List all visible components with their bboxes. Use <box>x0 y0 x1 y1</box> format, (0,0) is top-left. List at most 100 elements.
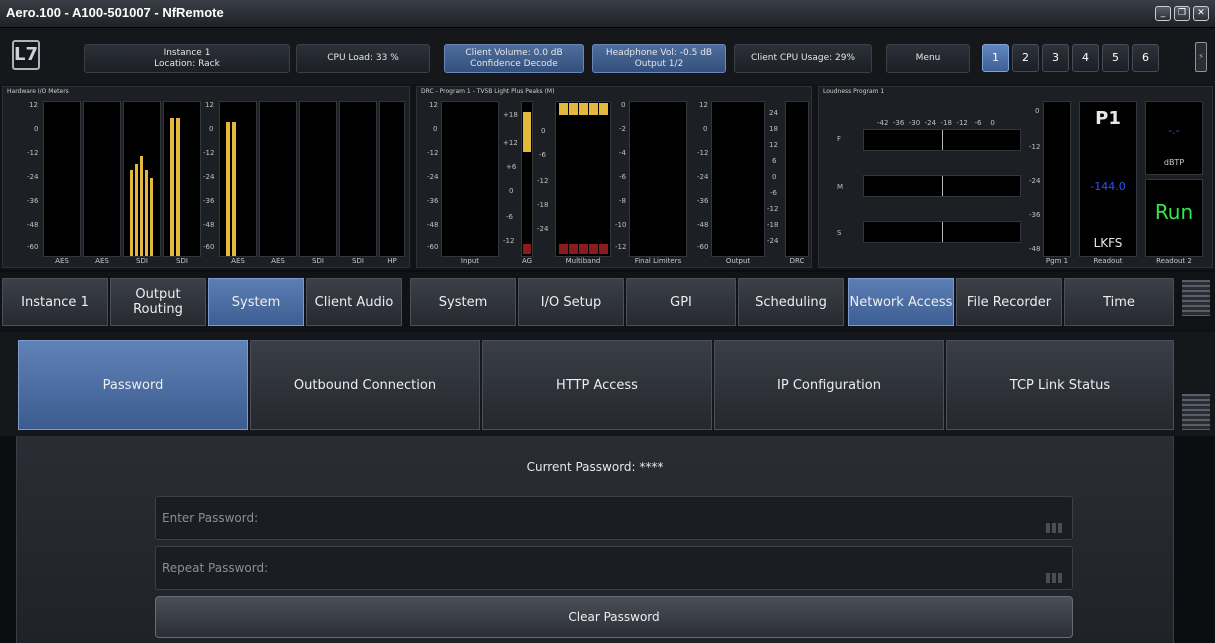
meter-bar-red <box>559 244 608 254</box>
subtab-network-access[interactable]: Network Access <box>848 278 954 326</box>
repeat-password-field[interactable] <box>155 546 1073 590</box>
subtab-scroll-handle[interactable] <box>1182 394 1210 430</box>
tick: 0 <box>433 125 438 133</box>
instance-4-button[interactable]: 4 <box>1072 44 1099 72</box>
headphone-volume-button[interactable]: Headphone Vol: -0.5 dB Output 1/2 <box>592 44 726 73</box>
marker <box>942 130 943 150</box>
cpu-load-text: CPU Load: 33 % <box>327 53 399 63</box>
meter-bar <box>140 156 143 256</box>
meter-sdi-out-2 <box>339 101 377 257</box>
meter-sdi-out-1 <box>299 101 337 257</box>
subtab-tcp-link-status[interactable]: TCP Link Status <box>946 340 1174 430</box>
tick: +18 <box>503 111 518 119</box>
tick: -6 <box>506 213 513 221</box>
instance-2-button[interactable]: 2 <box>1012 44 1039 72</box>
meter-bar <box>589 103 598 115</box>
drc-meters-panel[interactable]: DRC - Program 1 - TV5B Light Plus Peaks … <box>416 86 812 268</box>
instance-1-button[interactable]: 1 <box>982 44 1009 72</box>
tick: -60 <box>427 243 439 251</box>
meter-bar <box>176 118 180 256</box>
tick: -60 <box>697 243 709 251</box>
meter-bar-red <box>523 244 531 254</box>
maximize-button[interactable]: ❐ <box>1174 6 1190 21</box>
meter-bar <box>226 122 230 256</box>
meter-aes-2 <box>83 101 121 257</box>
loudness-bar-f <box>863 129 1021 151</box>
tab-output-routing[interactable]: Output Routing <box>110 278 206 326</box>
meter-aes-out-2 <box>259 101 297 257</box>
tick: 0 <box>34 125 39 133</box>
dbtp-readout[interactable]: -.- dBTP <box>1145 101 1203 175</box>
instance-3-button[interactable]: 3 <box>1042 44 1069 72</box>
tick: -24 <box>27 173 39 181</box>
subtab-password[interactable]: Password <box>18 340 248 430</box>
keyboard-icon[interactable] <box>1046 523 1064 533</box>
tick: -18 <box>767 221 779 229</box>
meter-aes-out-1 <box>219 101 257 257</box>
instance-5-button[interactable]: 5 <box>1102 44 1129 72</box>
meter-bar <box>150 178 153 256</box>
subtab-time[interactable]: Time <box>1064 278 1174 326</box>
enter-password-field[interactable] <box>155 496 1073 540</box>
tick: 24 <box>769 109 778 117</box>
loudness-bar-s <box>863 221 1021 243</box>
menu-button[interactable]: Menu <box>886 44 970 73</box>
loudness-panel[interactable]: Loudness Program 1 -42 -36 -30 -24 -18 -… <box>818 86 1213 268</box>
dbtp-value: -.- <box>1168 124 1180 137</box>
header-bar: L7 Instance 1 Location: Rack CPU Load: 3… <box>0 28 1215 84</box>
tick: -6 <box>619 173 626 181</box>
tick: 18 <box>769 125 778 133</box>
tick: -4 <box>619 149 626 157</box>
minimize-button[interactable]: _ <box>1155 6 1171 21</box>
instance-info[interactable]: Instance 1 Location: Rack <box>84 44 290 73</box>
tick: -8 <box>619 197 626 205</box>
subtab-http-access[interactable]: HTTP Access <box>482 340 712 430</box>
meter-label: SDI <box>352 257 364 265</box>
subtab-file-recorder[interactable]: File Recorder <box>956 278 1062 326</box>
marker <box>942 222 943 242</box>
tick: -6 <box>770 189 777 197</box>
client-volume-text: Client Volume: 0.0 dB <box>465 47 563 58</box>
headphone-output-text: Output 1/2 <box>634 58 684 69</box>
hardware-meters-panel[interactable]: Hardware I/O Meters 12 0 -12 -24 -36 -48… <box>2 86 410 268</box>
tick: +12 <box>503 139 518 147</box>
tick: -24 <box>1029 177 1041 185</box>
instance-6-button[interactable]: 6 <box>1132 44 1159 72</box>
client-volume-button[interactable]: Client Volume: 0.0 dB Confidence Decode <box>444 44 584 73</box>
loudness-scale: -42 -36 -30 -24 -18 -12 -6 0 <box>877 119 995 127</box>
subtab-io-setup[interactable]: I/O Setup <box>518 278 624 326</box>
meter-label: SDI <box>136 257 148 265</box>
subtab-gpi[interactable]: GPI <box>626 278 736 326</box>
tick: 6 <box>772 157 777 165</box>
meter-output <box>711 101 765 257</box>
meter-hp <box>379 101 405 257</box>
subtab-system[interactable]: System <box>410 278 516 326</box>
keyboard-icon[interactable] <box>1046 573 1064 583</box>
tab-client-audio[interactable]: Client Audio <box>306 278 402 326</box>
loudness-readout[interactable]: P1 -144.0 LKFS <box>1079 101 1137 257</box>
loudness-bar-m <box>863 175 1021 197</box>
tick: 0 <box>541 127 546 135</box>
close-button[interactable]: ✕ <box>1193 6 1209 21</box>
tick: -48 <box>27 221 39 229</box>
run-readout[interactable]: Run <box>1145 179 1203 257</box>
dbtp-unit: dBTP <box>1163 158 1185 167</box>
tab-scroll-handle[interactable] <box>1182 280 1210 316</box>
tab-system[interactable]: System <box>208 278 304 326</box>
meter-bar <box>523 112 531 152</box>
tick: 0 <box>772 173 777 181</box>
meter-bar <box>569 103 578 115</box>
subtab-scheduling[interactable]: Scheduling <box>738 278 844 326</box>
tick: -12 <box>1029 143 1041 151</box>
meter-label: AES <box>95 257 109 265</box>
meter-input <box>441 101 499 257</box>
meter-label: AES <box>271 257 285 265</box>
tab-instance-1[interactable]: Instance 1 <box>2 278 108 326</box>
subtab-ip-configuration[interactable]: IP Configuration <box>714 340 944 430</box>
repeat-password-input[interactable] <box>162 557 1022 579</box>
client-cpu-text: Client CPU Usage: 29% <box>750 53 855 63</box>
meter-bar <box>599 103 608 115</box>
subtab-outbound-connection[interactable]: Outbound Connection <box>250 340 480 430</box>
clear-password-button[interactable]: Clear Password <box>155 596 1073 638</box>
enter-password-input[interactable] <box>162 507 1022 529</box>
